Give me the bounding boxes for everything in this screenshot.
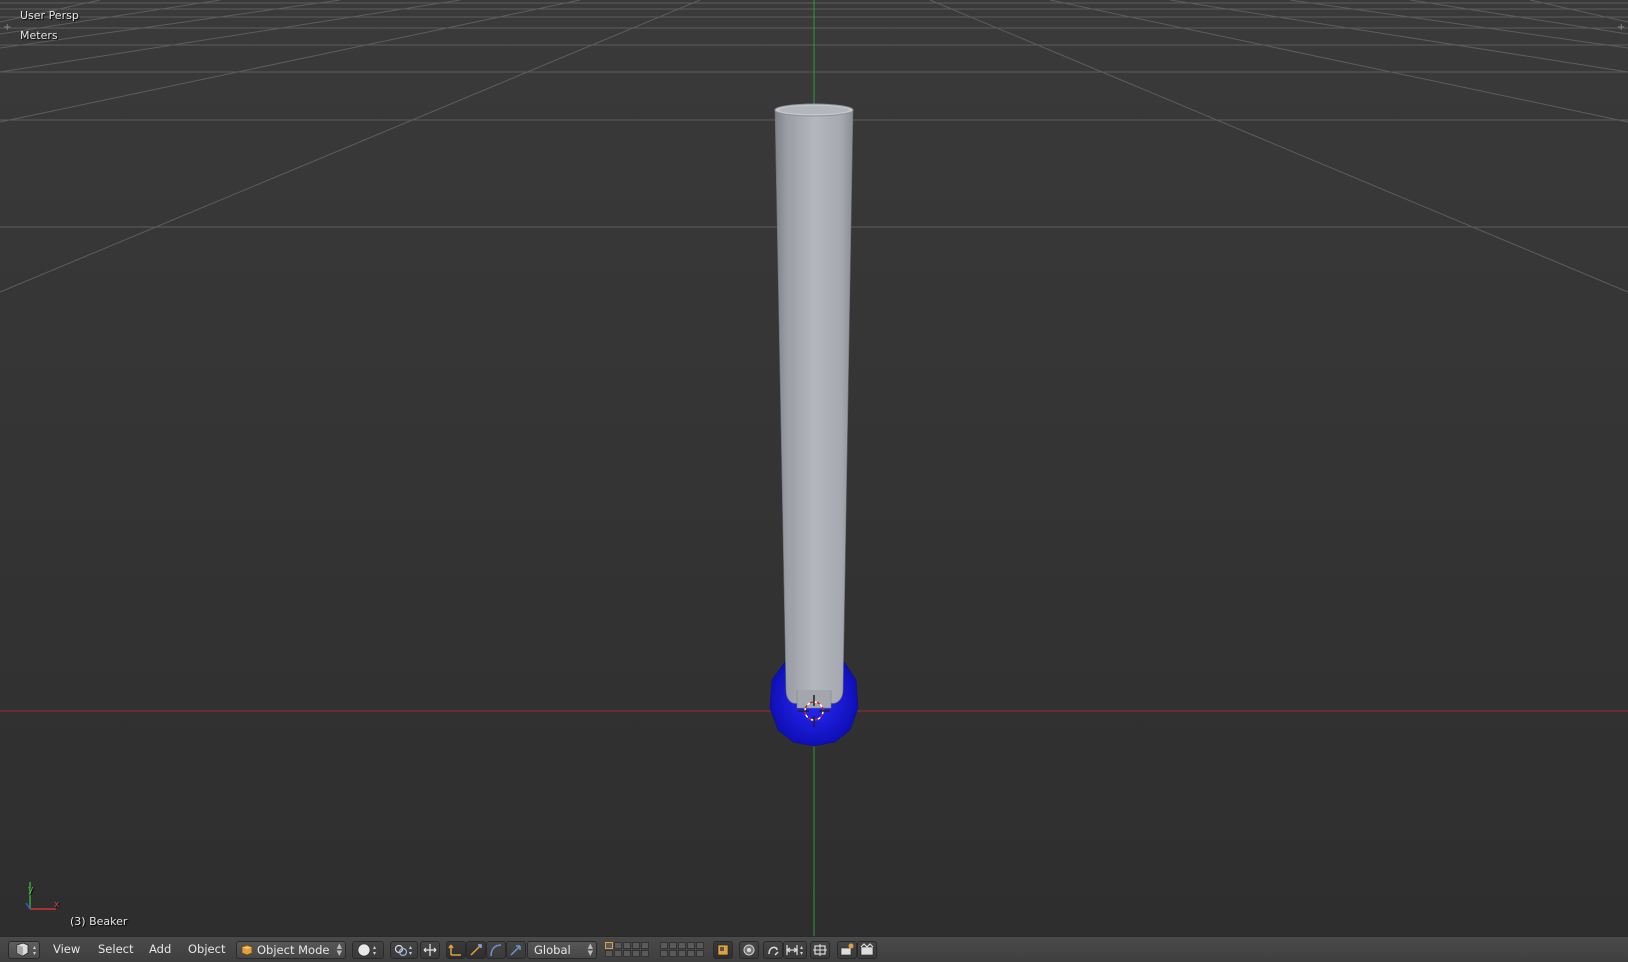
editor-type-button[interactable]: ▴ ▾	[8, 941, 40, 959]
object-mode-icon	[241, 944, 253, 956]
magnet-icon	[768, 946, 779, 956]
menu-object[interactable]: Object	[188, 937, 225, 962]
translate-manipulator-button[interactable]	[446, 941, 466, 959]
render-animation-icon	[860, 943, 874, 956]
transform-orientation-select[interactable]: Global ▲ ▼	[527, 941, 597, 959]
orientation-label: Global	[534, 943, 571, 957]
svg-text:▾: ▾	[800, 950, 803, 957]
layer-lock-icon	[717, 944, 729, 956]
beaker-tube	[774, 103, 854, 709]
viewport-scene	[0, 0, 1628, 936]
solid-sphere-icon: ▴ ▾	[357, 943, 376, 957]
proportional-edit-button[interactable]	[739, 941, 759, 959]
lock-layers-button[interactable]	[713, 941, 733, 959]
layers-group-1[interactable]	[605, 942, 649, 957]
3d-view-icon: ▴ ▾	[16, 942, 36, 957]
svg-text:▾: ▾	[373, 950, 376, 957]
3d-viewport[interactable]: + + User Persp Meters (3) Beaker y x	[0, 0, 1628, 936]
menu-select[interactable]: Select	[98, 937, 133, 962]
rotate-manipulator-button[interactable]	[466, 941, 486, 959]
corner-plus-icon-left[interactable]: +	[3, 23, 11, 33]
axis-gizmo-y-label: y	[28, 885, 34, 895]
viewport-shading-button[interactable]: ▴ ▾	[352, 941, 384, 959]
snap-target-icon	[813, 944, 827, 956]
menu-view[interactable]: View	[53, 937, 80, 962]
scale-icon	[490, 944, 502, 957]
view-name-label: User Persp	[20, 9, 79, 22]
curve-manipulator-button[interactable]	[486, 941, 506, 959]
snap-toggle-button[interactable]	[763, 941, 783, 959]
svg-text:▾: ▾	[409, 950, 412, 957]
mode-select-label: Object Mode	[257, 943, 330, 957]
menu-add[interactable]: Add	[149, 937, 171, 962]
manipulator-icon	[423, 944, 437, 956]
snap-element-select[interactable]: ▴ ▾	[783, 941, 807, 959]
layer-1	[605, 942, 613, 949]
pivot-icon: ▴ ▾	[394, 944, 412, 957]
manipulator-toggle[interactable]	[420, 941, 440, 959]
rotate-icon	[470, 944, 482, 956]
render-animation-button[interactable]	[857, 941, 877, 959]
scale-manipulator-button[interactable]	[506, 941, 526, 959]
svg-text:▾: ▾	[33, 950, 36, 957]
orientation-arrows-icon: ▲ ▼	[587, 942, 593, 957]
snap-increment-icon: ▴ ▾	[785, 944, 803, 957]
pivot-point-button[interactable]: ▴ ▾	[390, 941, 418, 959]
translate-icon	[448, 944, 461, 956]
scale-arrow-icon	[510, 945, 521, 956]
snap-target-button[interactable]	[810, 941, 830, 959]
mode-select[interactable]: Object Mode ▲ ▼	[236, 941, 346, 959]
render-still-button[interactable]	[837, 941, 857, 959]
proportional-edit-icon	[743, 944, 755, 956]
mode-select-arrows-icon: ▲ ▼	[336, 942, 342, 957]
units-label: Meters	[20, 29, 58, 42]
layers-group-2[interactable]	[660, 942, 704, 957]
viewport-header: ▴ ▾ View Select Add Object Object Mode ▲…	[0, 936, 1628, 962]
render-still-icon	[840, 943, 854, 956]
axis-gizmo-x-label: x	[54, 900, 60, 910]
object-info-label: (3) Beaker	[70, 915, 128, 928]
corner-plus-icon-right[interactable]: +	[1617, 23, 1625, 33]
